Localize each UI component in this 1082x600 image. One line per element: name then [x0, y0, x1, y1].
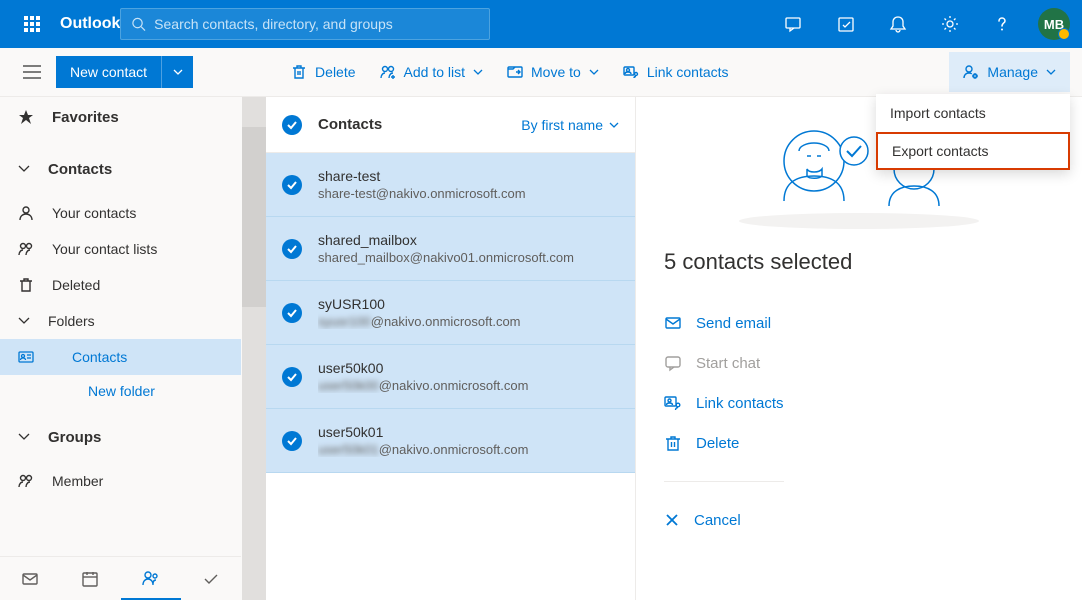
module-switcher	[0, 556, 241, 600]
new-contact-button[interactable]: New contact	[56, 56, 161, 88]
move-icon	[507, 64, 523, 80]
chevron-down-icon	[18, 317, 30, 325]
contact-list: Contacts By first name share-test share-…	[266, 97, 636, 600]
selection-count: 5 contacts selected	[664, 249, 1054, 275]
people-icon	[18, 241, 34, 257]
chevron-down-icon	[1046, 69, 1056, 75]
sidebar-member[interactable]: Member	[0, 463, 241, 499]
contact-name: user50k01	[318, 424, 528, 440]
app-launcher-icon[interactable]	[8, 0, 56, 48]
delete-action[interactable]: Delete	[664, 423, 1054, 463]
contact-name: shared_mailbox	[318, 232, 574, 248]
calendar-module-icon[interactable]	[60, 557, 120, 600]
delete-button[interactable]: Delete	[281, 52, 365, 92]
contact-row[interactable]: user50k01 user50k01@nakivo.onmicrosoft.c…	[266, 409, 635, 473]
search-input[interactable]	[154, 16, 479, 32]
mail-module-icon[interactable]	[0, 557, 60, 600]
chat-icon	[664, 354, 682, 372]
list-title: Contacts	[318, 116, 382, 133]
sidebar-favorites[interactable]: Favorites	[0, 97, 241, 137]
add-to-list-button[interactable]: Add to list	[370, 52, 493, 92]
detail-pane: 5 contacts selected Send email Start cha…	[636, 97, 1082, 600]
sidebar: Favorites Contacts Your contacts Your co…	[0, 97, 242, 600]
new-folder-link[interactable]: New folder	[0, 375, 241, 407]
export-contacts-item[interactable]: Export contacts	[876, 132, 1070, 170]
search-icon	[131, 16, 146, 32]
sidebar-folders[interactable]: Folders	[0, 303, 241, 339]
start-chat-action: Start chat	[664, 343, 1054, 383]
sidebar-your-contact-lists[interactable]: Your contact lists	[0, 231, 241, 267]
notifications-icon[interactable]	[874, 0, 922, 48]
contact-row[interactable]: syUSR100 syusr100@nakivo.onmicrosoft.com	[266, 281, 635, 345]
manage-dropdown-menu: Import contacts Export contacts	[876, 94, 1070, 170]
close-icon	[664, 512, 680, 528]
contact-email: user50k01@nakivo.onmicrosoft.com	[318, 442, 528, 457]
search-box[interactable]	[120, 8, 490, 40]
link-contacts-action[interactable]: Link contacts	[664, 383, 1054, 423]
people-module-icon[interactable]	[121, 557, 181, 600]
todo-module-icon[interactable]	[181, 557, 241, 600]
command-bar: New contact Delete Add to list Move to L…	[0, 48, 1082, 97]
contact-row[interactable]: shared_mailbox shared_mailbox@nakivo01.o…	[266, 217, 635, 281]
sidebar-groups-section[interactable]: Groups	[0, 417, 241, 457]
chevron-down-icon	[173, 69, 183, 75]
mail-icon	[664, 314, 682, 332]
cancel-action[interactable]: Cancel	[664, 500, 1054, 540]
people-icon	[18, 473, 34, 489]
trash-icon	[18, 277, 34, 293]
brand-name: Outlook	[60, 15, 120, 33]
contact-email: syusr100@nakivo.onmicrosoft.com	[318, 314, 521, 329]
sidebar-your-contacts[interactable]: Your contacts	[0, 195, 241, 231]
chevron-down-icon	[473, 69, 483, 75]
app-header: Outlook MB	[0, 0, 1082, 48]
help-icon[interactable]	[978, 0, 1026, 48]
account-avatar[interactable]: MB	[1038, 8, 1070, 40]
nav-toggle-icon[interactable]	[12, 52, 52, 92]
list-header: Contacts By first name	[266, 97, 635, 153]
teams-chat-icon[interactable]	[770, 0, 818, 48]
contact-name: user50k00	[318, 360, 528, 376]
move-to-button[interactable]: Move to	[497, 52, 609, 92]
send-email-action[interactable]: Send email	[664, 303, 1054, 343]
contact-name: syUSR100	[318, 296, 521, 312]
link-contacts-icon	[664, 394, 682, 412]
scrollbar[interactable]	[242, 97, 266, 600]
chevron-down-icon	[589, 69, 599, 75]
sort-dropdown[interactable]: By first name	[521, 117, 619, 133]
chevron-down-icon	[609, 122, 619, 128]
link-contacts-button[interactable]: Link contacts	[613, 52, 739, 92]
chevron-down-icon	[18, 433, 30, 441]
row-checkbox[interactable]	[282, 175, 302, 195]
sidebar-deleted[interactable]: Deleted	[0, 267, 241, 303]
manage-icon	[963, 64, 979, 80]
select-all-checkbox[interactable]	[282, 115, 302, 135]
contact-email: share-test@nakivo.onmicrosoft.com	[318, 186, 526, 201]
row-checkbox[interactable]	[282, 367, 302, 387]
sidebar-folders-contacts[interactable]: Contacts	[0, 339, 241, 375]
new-contact-dropdown[interactable]	[161, 56, 193, 88]
my-day-icon[interactable]	[822, 0, 870, 48]
row-checkbox[interactable]	[282, 431, 302, 451]
row-checkbox[interactable]	[282, 303, 302, 323]
import-contacts-item[interactable]: Import contacts	[876, 94, 1070, 132]
contact-email: shared_mailbox@nakivo01.onmicrosoft.com	[318, 250, 574, 265]
contact-row[interactable]: user50k00 user50k00@nakivo.onmicrosoft.c…	[266, 345, 635, 409]
person-icon	[18, 205, 34, 221]
star-icon	[18, 109, 34, 125]
link-contacts-icon	[623, 64, 639, 80]
sidebar-contacts-section[interactable]: Contacts	[0, 149, 241, 189]
contact-card-icon	[18, 349, 34, 365]
manage-button[interactable]: Manage	[949, 52, 1070, 92]
trash-icon	[664, 434, 682, 452]
add-list-icon	[380, 64, 396, 80]
contact-name: share-test	[318, 168, 526, 184]
trash-icon	[291, 64, 307, 80]
chevron-down-icon	[18, 165, 30, 173]
contact-row[interactable]: share-test share-test@nakivo.onmicrosoft…	[266, 153, 635, 217]
contact-email: user50k00@nakivo.onmicrosoft.com	[318, 378, 528, 393]
settings-icon[interactable]	[926, 0, 974, 48]
row-checkbox[interactable]	[282, 239, 302, 259]
